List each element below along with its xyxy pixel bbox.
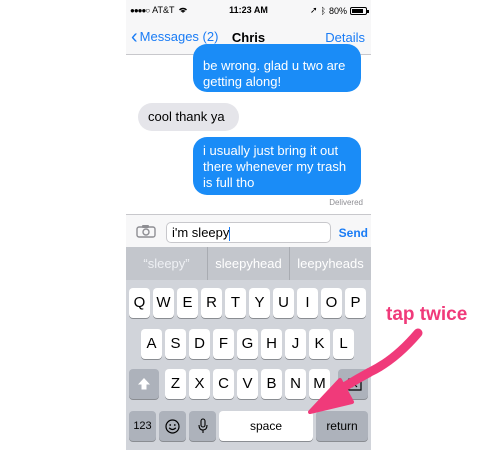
status-bar: ●●●●○ AT&T 11:23 AM ➚ ᛒ 80%	[126, 0, 371, 20]
iphone-screen: ●●●●○ AT&T 11:23 AM ➚ ᛒ 80% ‹ Messages (…	[126, 0, 371, 450]
backspace-icon	[343, 377, 362, 391]
location-icon: ➚	[310, 5, 318, 15]
key-r[interactable]: R	[201, 288, 222, 318]
key-k[interactable]: K	[309, 329, 330, 359]
bluetooth-icon: ᛒ	[320, 5, 326, 16]
prediction-suggestion[interactable]: sleepyhead	[207, 247, 289, 280]
shift-icon	[138, 378, 150, 390]
numbers-key[interactable]: 123	[129, 411, 156, 441]
key-b[interactable]: B	[261, 369, 282, 399]
key-m[interactable]: M	[309, 369, 330, 399]
battery-percent: 80%	[328, 5, 347, 16]
message-thread: be wrong. glad u two are getting along! …	[126, 44, 371, 214]
key-t[interactable]: T	[225, 288, 246, 318]
key-c[interactable]: C	[213, 369, 234, 399]
key-o[interactable]: O	[321, 288, 342, 318]
key-v[interactable]: V	[237, 369, 258, 399]
key-z[interactable]: Z	[165, 369, 186, 399]
shift-key[interactable]	[129, 369, 159, 399]
message-input-bar: i'm sleepy Send	[126, 214, 371, 247]
prediction-suggestion[interactable]: “sleepy”	[126, 247, 207, 280]
emoji-key[interactable]	[159, 411, 186, 441]
key-d[interactable]: D	[189, 329, 210, 359]
dictation-key[interactable]	[189, 411, 216, 441]
key-w[interactable]: W	[153, 288, 174, 318]
tap-twice-annotation: tap twice	[386, 304, 468, 325]
details-button[interactable]: Details	[325, 30, 365, 45]
prediction-suggestion[interactable]: leepyheads	[289, 247, 371, 280]
key-n[interactable]: N	[285, 369, 306, 399]
back-button[interactable]: ‹ Messages (2)	[131, 25, 219, 48]
chevron-left-icon: ‹	[131, 25, 138, 48]
back-label: Messages (2)	[139, 29, 219, 44]
key-h[interactable]: H	[261, 329, 282, 359]
key-q[interactable]: Q	[129, 288, 150, 318]
key-f[interactable]: F	[213, 329, 234, 359]
message-bubble-outgoing[interactable]: i usually just bring it out there whenev…	[193, 137, 361, 195]
predictive-text-bar: “sleepy” sleepyhead leepyheads	[126, 247, 371, 280]
key-s[interactable]: S	[165, 329, 186, 359]
key-y[interactable]: Y	[249, 288, 270, 318]
key-x[interactable]: X	[189, 369, 210, 399]
message-bubble-outgoing[interactable]: be wrong. glad u two are getting along!	[193, 44, 361, 92]
key-a[interactable]: A	[141, 329, 162, 359]
microphone-icon	[197, 418, 208, 434]
keyboard: Q W E R T Y U I O P A S D F G H J K L Z …	[126, 280, 371, 450]
key-e[interactable]: E	[177, 288, 198, 318]
camera-icon[interactable]	[136, 224, 156, 238]
key-u[interactable]: U	[273, 288, 294, 318]
delivered-status: Delivered	[329, 198, 363, 207]
battery-icon	[350, 6, 369, 15]
delete-key[interactable]	[338, 369, 368, 399]
message-text-field[interactable]: i'm sleepy	[166, 222, 331, 243]
key-i[interactable]: I	[297, 288, 318, 318]
text-cursor	[229, 226, 231, 241]
send-button[interactable]: Send	[339, 226, 368, 240]
key-j[interactable]: J	[285, 329, 306, 359]
message-text-value: i'm sleepy	[172, 225, 230, 240]
key-l[interactable]: L	[333, 329, 354, 359]
status-right: ➚ ᛒ 80%	[310, 5, 369, 16]
emoji-icon	[165, 418, 180, 434]
return-key[interactable]: return	[316, 411, 368, 441]
key-p[interactable]: P	[345, 288, 366, 318]
key-g[interactable]: G	[237, 329, 258, 359]
message-bubble-incoming[interactable]: cool thank ya	[138, 103, 239, 131]
space-key[interactable]: space	[219, 411, 313, 441]
